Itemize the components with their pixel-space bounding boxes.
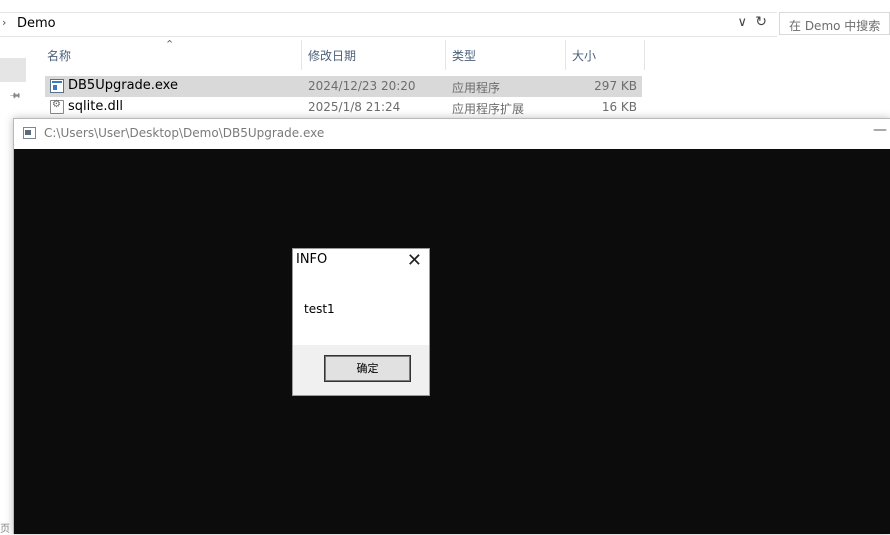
- file-row[interactable]: sqlite.dll 2025/1/8 21:24 应用程序扩展 16 KB: [45, 97, 642, 118]
- ok-button[interactable]: 确定: [324, 355, 411, 382]
- console-window[interactable]: C:\Users\User\Desktop\Demo\DB5Upgrade.ex…: [13, 118, 890, 534]
- dialog-button-area: 确定: [293, 345, 429, 395]
- file-type: 应用程序: [452, 81, 501, 95]
- chevron-down-icon[interactable]: ∨: [737, 15, 747, 30]
- column-header-date[interactable]: 修改日期: [302, 40, 445, 70]
- console-app-icon[interactable]: [23, 127, 36, 139]
- minimize-icon[interactable]: —: [873, 122, 887, 138]
- file-date: 2025/1/8 21:24: [308, 100, 401, 114]
- column-header-size[interactable]: 大小: [566, 40, 644, 70]
- column-header-name[interactable]: 名称: [41, 40, 301, 70]
- refresh-icon[interactable]: ↻: [755, 14, 767, 30]
- file-name: DB5Upgrade.exe: [68, 78, 178, 93]
- file-size: 16 KB: [601, 100, 637, 114]
- console-title: C:\Users\User\Desktop\Demo\DB5Upgrade.ex…: [44, 126, 325, 140]
- file-size: 297 KB: [594, 79, 637, 93]
- exe-icon: [50, 79, 64, 93]
- navigation-pane-selected-item[interactable]: [0, 58, 26, 82]
- dll-icon: [50, 99, 64, 114]
- search-placeholder: 在 Demo 中搜索: [789, 19, 881, 33]
- chevron-right-icon[interactable]: ›: [2, 16, 6, 29]
- dialog-title: INFO: [296, 252, 328, 267]
- address-bar[interactable]: › Demo ∨ ↻: [0, 12, 777, 37]
- close-icon[interactable]: ✕: [407, 250, 422, 272]
- pin-icon[interactable]: 🖈: [5, 87, 24, 106]
- search-input[interactable]: 在 Demo 中搜索: [779, 12, 890, 35]
- address-path[interactable]: Demo: [17, 16, 56, 31]
- file-type: 应用程序扩展: [452, 102, 525, 116]
- file-name: sqlite.dll: [68, 99, 123, 114]
- info-dialog: INFO ✕ test1 确定: [292, 248, 430, 396]
- column-divider[interactable]: [644, 40, 645, 70]
- console-output-area[interactable]: [14, 149, 890, 534]
- column-header-type[interactable]: 类型: [446, 40, 565, 70]
- console-titlebar[interactable]: C:\Users\User\Desktop\Demo\DB5Upgrade.ex…: [14, 119, 890, 149]
- file-date: 2024/12/23 20:20: [308, 79, 416, 93]
- file-row[interactable]: DB5Upgrade.exe 2024/12/23 20:20 应用程序 297…: [45, 76, 642, 97]
- dialog-message: test1: [304, 302, 335, 316]
